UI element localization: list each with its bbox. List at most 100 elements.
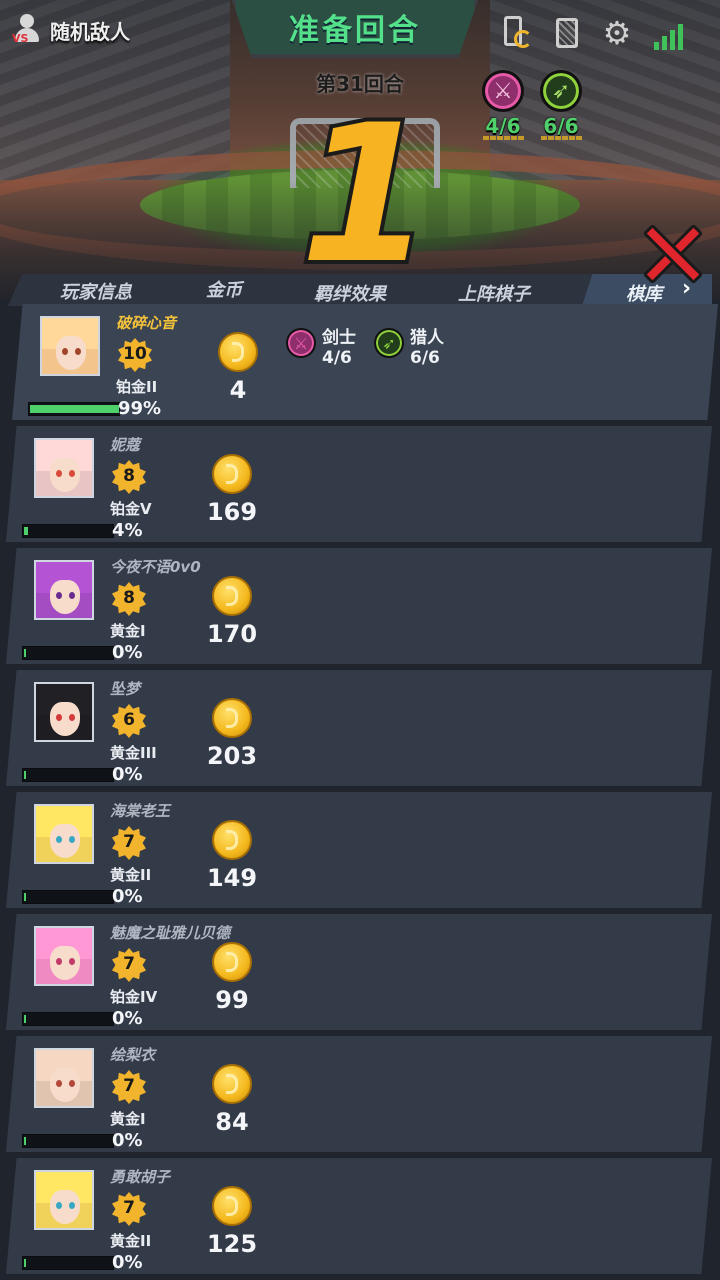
player-rank: 铂金IV	[110, 988, 158, 1006]
player-level: 7	[123, 1198, 135, 1218]
player-row[interactable]: 勇敢胡子 7 黄金II 0% 125	[6, 1158, 712, 1274]
player-name: 海棠老王	[110, 802, 171, 820]
player-name: 魅魔之耻雅儿贝德	[110, 924, 231, 942]
player-level: 7	[123, 954, 135, 974]
bow-icon: ➶	[540, 70, 582, 112]
player-name: 坠梦	[110, 680, 141, 698]
phase-title: 准备回合	[289, 13, 421, 48]
player-level: 6	[123, 710, 135, 730]
trait-count: 6/6	[543, 114, 579, 138]
hp-bar	[22, 1012, 114, 1026]
signal-icon	[654, 16, 688, 50]
player-rank: 铂金II	[116, 378, 158, 396]
tab-gold[interactable]: 金币	[206, 276, 242, 302]
trait-count: 4/6	[322, 348, 352, 368]
trait-name: 剑士	[322, 328, 356, 348]
player-row[interactable]: 今夜不语0v0 8 黄金I 0% 170	[6, 548, 712, 664]
gold-amount: 203	[206, 742, 258, 770]
player-row[interactable]: 妮蔻 8 铂金V 4% 169	[6, 426, 712, 542]
player-row[interactable]: 海棠老王 7 黄金II 0% 149	[6, 792, 712, 908]
player-name: 绘梨衣	[110, 1046, 156, 1064]
tab-bar: 玩家信息 金币 羁绊效果 上阵棋子 棋库 ›	[8, 274, 712, 306]
player-level: 8	[123, 588, 135, 608]
hp-bar	[22, 768, 114, 782]
trait-hunter[interactable]: ➶ 猎人 6/6	[374, 328, 444, 368]
player-avatar[interactable]	[34, 926, 94, 986]
gold-amount: 149	[206, 864, 258, 892]
sword-icon: ⚔	[286, 328, 316, 358]
countdown-number: 1	[296, 84, 436, 305]
bow-icon: ➶	[374, 328, 404, 358]
player-row[interactable]: 坠梦 6 黄金III 0% 203	[6, 670, 712, 786]
cards-icon[interactable]	[550, 16, 584, 50]
hp-percent: 0%	[112, 1008, 143, 1029]
player-rank: 铂金V	[110, 500, 152, 518]
tab-bond-effects[interactable]: 羁绊效果	[314, 280, 386, 306]
player-avatar[interactable]	[40, 316, 100, 376]
opponent-label: 随机敌人	[50, 19, 130, 44]
trait-hunter-summary[interactable]: ➶ 6/6	[538, 70, 584, 140]
player-name: 妮蔻	[110, 436, 141, 454]
player-row[interactable]: 破碎心音 10 铂金II 99% 4 ⚔ 剑士 4/6 ➶ 猎人 6/6	[12, 304, 718, 420]
gold-amount: 169	[206, 498, 258, 526]
player-level: 7	[123, 1076, 135, 1096]
hp-bar-fill	[24, 893, 26, 901]
gold-coin-icon	[212, 942, 252, 982]
hp-bar-fill	[24, 771, 26, 779]
gold-coin-icon	[212, 454, 252, 494]
vs-player-icon: VS	[12, 14, 42, 46]
hp-bar-fill	[24, 527, 28, 535]
player-rank: 黄金II	[110, 1232, 152, 1250]
gear-icon[interactable]: ⚙	[600, 16, 634, 50]
hp-percent: 0%	[112, 764, 143, 785]
hp-percent: 0%	[112, 642, 143, 663]
hp-percent: 4%	[112, 520, 143, 541]
player-avatar[interactable]	[34, 1048, 94, 1108]
rotate-phone-icon[interactable]	[500, 16, 534, 50]
hp-percent: 0%	[112, 886, 143, 907]
gold-coin-icon	[212, 576, 252, 616]
gold-coin-icon	[218, 332, 258, 372]
gold-coin-icon	[212, 1186, 252, 1226]
player-rank: 黄金II	[110, 866, 152, 884]
gold-coin-icon	[212, 698, 252, 738]
player-rank: 黄金I	[110, 1110, 146, 1128]
sword-icon: ⚔	[482, 70, 524, 112]
hp-percent: 0%	[112, 1252, 143, 1273]
player-rank: 黄金III	[110, 744, 157, 762]
hp-bar	[28, 402, 120, 416]
gold-amount: 99	[215, 986, 249, 1014]
player-name: 勇敢胡子	[110, 1168, 171, 1186]
gold-amount: 170	[206, 620, 258, 648]
hp-percent: 99%	[118, 398, 162, 419]
gold-amount: 125	[206, 1230, 258, 1258]
tab-player-info[interactable]: 玩家信息	[60, 278, 132, 304]
gold-amount: 84	[215, 1108, 249, 1136]
player-level: 10	[123, 344, 147, 364]
hp-bar	[22, 890, 114, 904]
player-row[interactable]: 魅魔之耻雅儿贝德 7 铂金IV 0% 99	[6, 914, 712, 1030]
trait-swordsman-summary[interactable]: ⚔ 4/6	[480, 70, 526, 140]
player-row[interactable]: 绘梨衣 7 黄金I 0% 84	[6, 1036, 712, 1152]
hp-bar	[22, 646, 114, 660]
player-avatar[interactable]	[34, 560, 94, 620]
tab-deployed-pieces[interactable]: 上阵棋子	[458, 280, 530, 306]
gold-amount: 4	[229, 376, 247, 404]
player-avatar[interactable]	[34, 804, 94, 864]
trait-count: 6/6	[410, 348, 440, 368]
gold-coin-icon	[212, 1064, 252, 1104]
gold-coin-icon	[212, 820, 252, 860]
hp-bar-fill	[24, 649, 26, 657]
player-avatar[interactable]	[34, 682, 94, 742]
player-avatar[interactable]	[34, 1170, 94, 1230]
player-avatar[interactable]	[34, 438, 94, 498]
trait-name: 猎人	[410, 328, 444, 348]
player-level: 7	[123, 832, 135, 852]
player-rank: 黄金I	[110, 622, 146, 640]
trait-count: 4/6	[485, 114, 521, 138]
hp-percent: 0%	[112, 1130, 143, 1151]
opponent-indicator[interactable]: VS 随机敌人	[12, 14, 130, 46]
trait-swordsman[interactable]: ⚔ 剑士 4/6	[286, 328, 356, 368]
close-button[interactable]	[640, 222, 704, 286]
hp-bar	[22, 1134, 114, 1148]
